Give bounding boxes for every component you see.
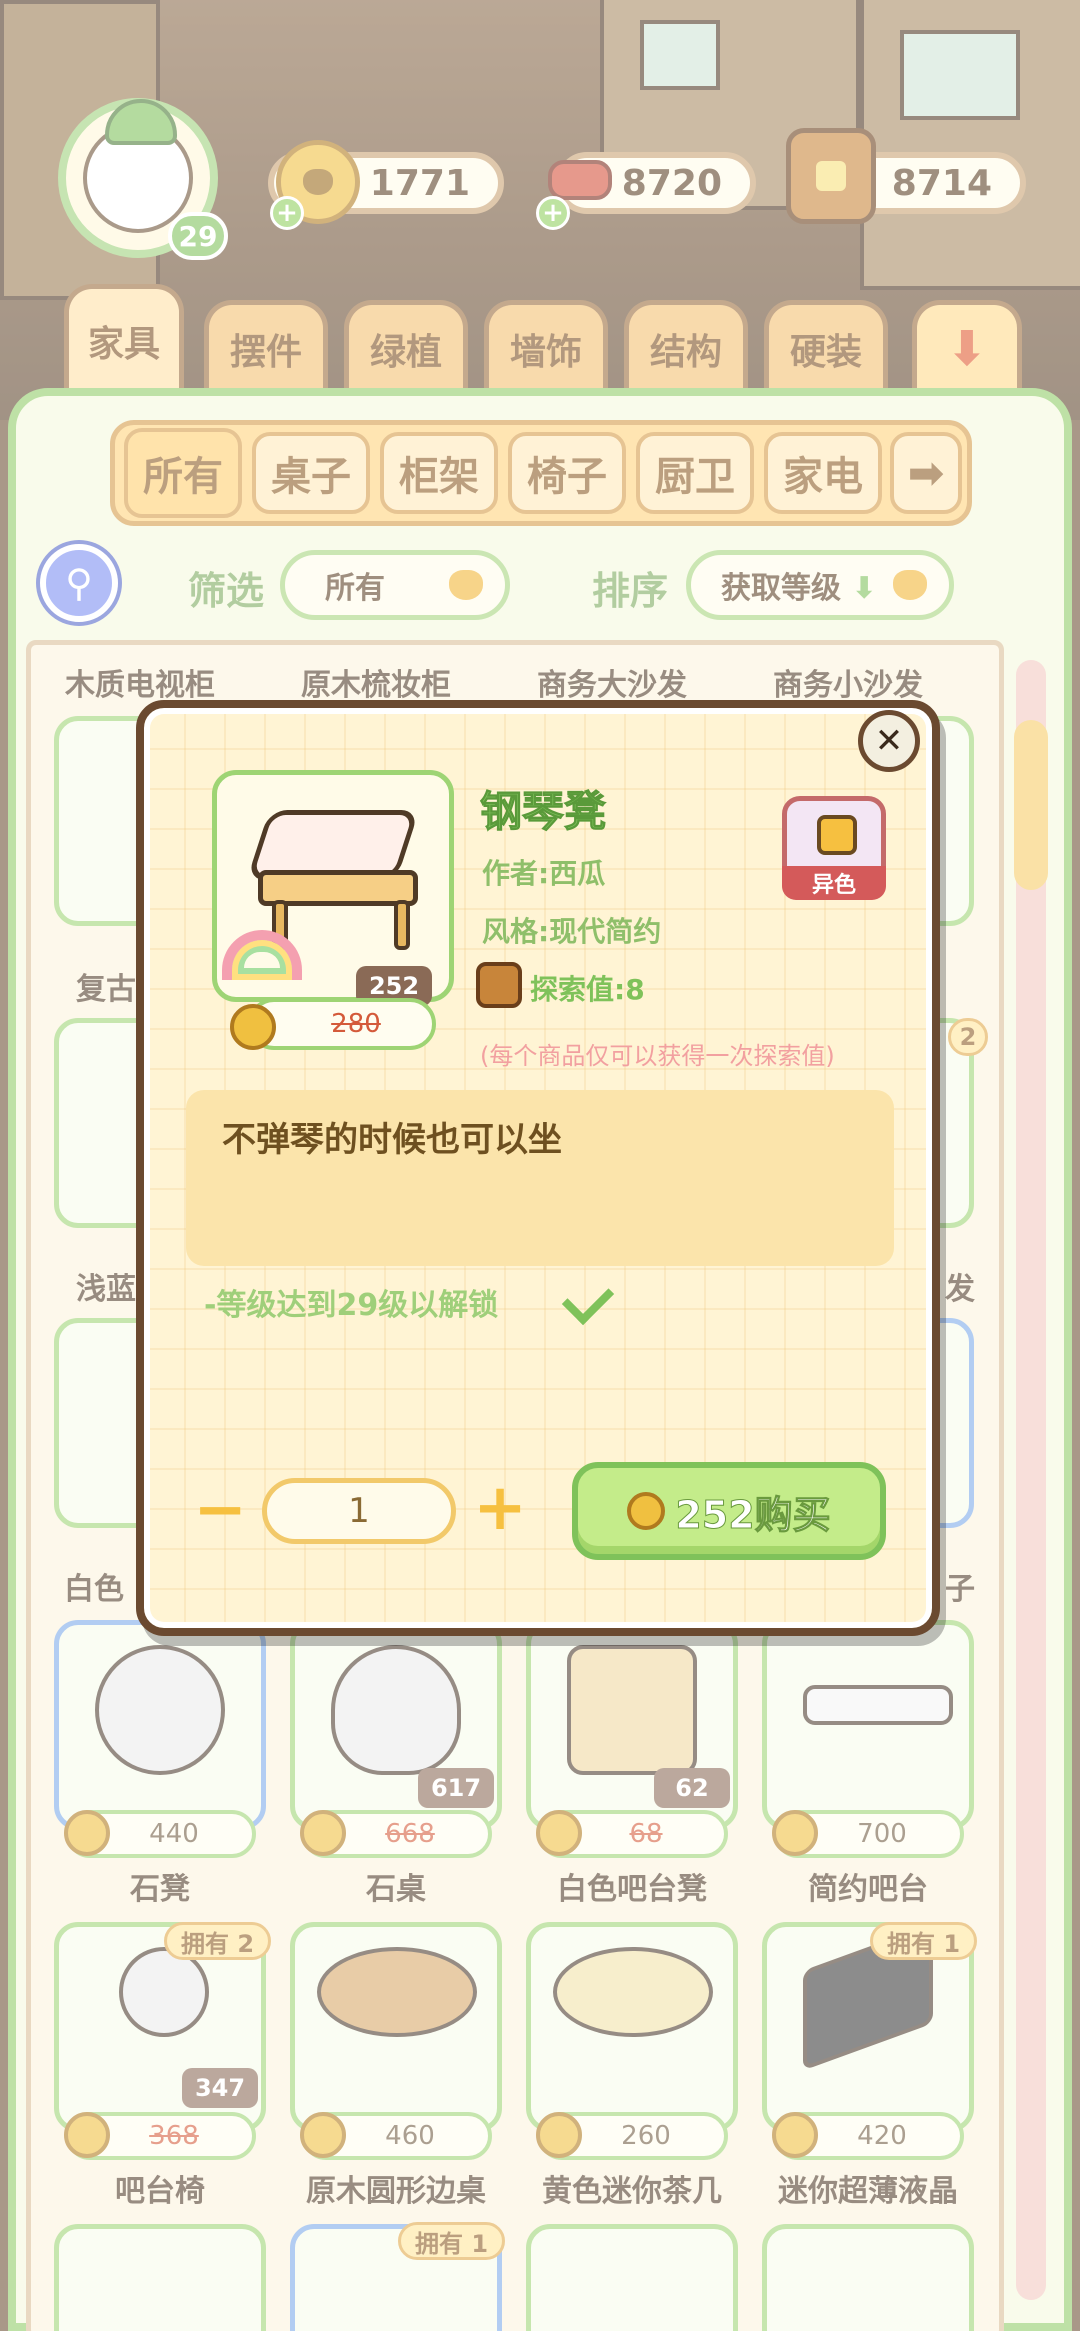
original-price: 280	[331, 1009, 381, 1039]
bench-leg	[394, 900, 410, 950]
close-icon: ✕	[874, 721, 904, 761]
coin-icon	[627, 1492, 666, 1530]
coin-icon	[230, 1004, 276, 1050]
increase-quantity-button[interactable]: +	[472, 1471, 528, 1545]
decrease-quantity-button[interactable]: −	[192, 1473, 248, 1547]
quantity-input[interactable]: 1	[262, 1478, 456, 1544]
unlock-requirement: -等级达到29级以解锁	[204, 1288, 499, 1323]
buy-button[interactable]: 252购买	[572, 1462, 886, 1560]
item-title: 钢琴凳	[479, 787, 607, 837]
price-bar: 280	[248, 998, 436, 1050]
variant-label: 异色	[782, 866, 886, 900]
explore-note: (每个商品仅可以获得一次探索值)	[480, 1042, 835, 1070]
item-author: 作者:西瓜	[482, 857, 606, 890]
explore-value: 探索值:8	[530, 973, 645, 1006]
item-style: 风格:现代简约	[482, 915, 662, 948]
buy-label: 252购买	[675, 1492, 831, 1537]
book-icon	[476, 962, 522, 1008]
close-button[interactable]: ✕	[858, 710, 920, 772]
lock-icon	[817, 815, 857, 855]
item-description: 不弹琴的时候也可以坐	[222, 1120, 562, 1160]
